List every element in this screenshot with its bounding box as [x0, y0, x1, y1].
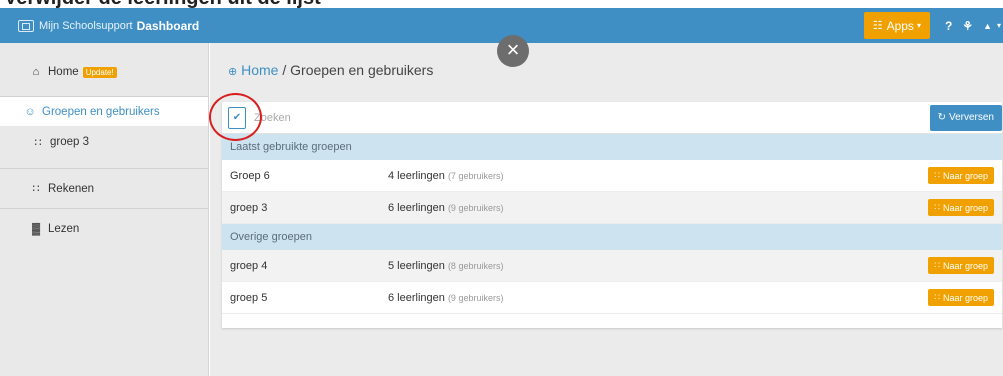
caret-down-icon: ▾ [916, 21, 921, 30]
button-label: Naar groep [942, 260, 988, 271]
section-header-other: Overige groepen [222, 224, 1002, 250]
grid-icon: ∷ [934, 170, 940, 180]
reading-icon: ▓ [31, 222, 41, 235]
users-count: (8 gebruikers) [447, 260, 504, 271]
users-count: (9 gebruikers) [447, 202, 504, 213]
breadcrumb-current: Groepen en gebruikers [290, 62, 434, 78]
close-overlay-button[interactable]: × [497, 35, 529, 67]
grid-icon: ∷ [34, 136, 42, 149]
grid-icon: ∷ [934, 260, 940, 270]
group-count: 5 leerlingen (8 gebruikers) [388, 260, 928, 272]
help-icon[interactable]: ? [945, 19, 952, 33]
naar-groep-button[interactable]: ∷ Naar groep [928, 199, 994, 216]
apps-label: Apps [886, 18, 914, 33]
search-input[interactable] [254, 111, 854, 124]
sidebar-item-rekenen[interactable]: ∷ Rekenen [0, 168, 208, 208]
top-navbar: Mijn Schoolsupport Dashboard ☷ Apps ▾ ? … [0, 8, 1003, 43]
main-content: ⊕ Home / Groepen en gebruikers ✔ ↻ Verve… [210, 43, 1003, 376]
groups-card: ✔ ↻ Verversen Laatst gebruikte groepen G… [222, 102, 1002, 328]
refresh-button[interactable]: ↻ Verversen [929, 104, 1002, 131]
group-count: 6 leerlingen (9 gebruikers) [388, 202, 928, 214]
group-count: 6 leerlingen (9 gebruikers) [388, 292, 928, 304]
user-caret-icon[interactable]: ▾ [997, 21, 1001, 30]
group-name: groep 3 [230, 201, 268, 214]
users-icon: ☺ [24, 105, 36, 118]
apps-button[interactable]: ☷ Apps ▾ [863, 12, 930, 39]
sidebar-item-groepen[interactable]: ☺ Groepen en gebruikers [0, 96, 208, 126]
table-row[interactable]: groep 5 6 leerlingen (9 gebruikers) ∷ Naa… [222, 282, 1002, 314]
naar-groep-button[interactable]: ∷ Naar groep [928, 167, 994, 184]
breadcrumb: ⊕ Home / Groepen en gebruikers [228, 62, 433, 78]
caption-strip: Verwijder de leerlingen uit de lijst [0, 0, 1003, 8]
group-name: groep 5 [230, 291, 268, 304]
students-count: 5 leerlingen [388, 259, 445, 272]
group-count: 4 leerlingen (7 gebruikers) [388, 170, 928, 182]
sidebar-item-lezen[interactable]: ▓ Lezen [0, 208, 208, 248]
grid-icon: ☷ [872, 20, 883, 32]
brand-logo-icon [18, 19, 34, 32]
annotation-highlight-circle [209, 93, 262, 141]
refresh-label: Verversen [948, 112, 994, 123]
brand-name: Mijn Schoolsupport [39, 19, 133, 32]
users-count: (9 gebruikers) [447, 292, 504, 303]
user-icon[interactable]: ▲ [983, 21, 992, 31]
home-icon: ⌂ [32, 66, 40, 78]
button-label: Naar groep [942, 202, 988, 213]
button-label: Naar groep [942, 170, 988, 181]
section-header-recent: Laatst gebruikte groepen [222, 134, 1002, 160]
students-count: 6 leerlingen [388, 291, 445, 304]
sidebar-item-label: Lezen [48, 222, 80, 235]
navbar-right: ☷ Apps ▾ ? ⚘ ▲ ▾ [863, 8, 1003, 43]
table-row[interactable]: groep 3 6 leerlingen (9 gebruikers) ∷ Naa… [222, 192, 1002, 224]
table-row[interactable]: Groep 6 4 leerlingen (7 gebruikers) ∷ Naa… [222, 160, 1002, 192]
breadcrumb-separator: / [282, 62, 287, 78]
group-name: Groep 6 [230, 169, 270, 182]
naar-groep-button[interactable]: ∷ Naar groep [928, 289, 994, 306]
table-row[interactable]: groep 4 5 leerlingen (8 gebruikers) ∷ Naa… [222, 250, 1002, 282]
group-name: groep 4 [230, 259, 268, 272]
home-circle-icon: ⊕ [228, 66, 238, 78]
breadcrumb-home-link[interactable]: Home [241, 62, 278, 78]
students-count: 4 leerlingen [388, 169, 445, 182]
search-row: ✔ ↻ Verversen [222, 102, 1002, 134]
refresh-icon: ↻ [937, 112, 946, 123]
button-label: Naar groep [942, 292, 988, 303]
calculator-icon: ∷ [32, 183, 40, 195]
naar-groep-button[interactable]: ∷ Naar groep [928, 257, 994, 274]
grid-icon: ∷ [934, 292, 940, 302]
caption-text: Verwijder de leerlingen uit de lijst [4, 0, 321, 8]
brand[interactable]: Mijn Schoolsupport Dashboard [0, 19, 199, 33]
sidebar-item-home[interactable]: ⌂ Home Update! [0, 56, 208, 88]
sidebar-item-label: Home [48, 66, 79, 78]
update-badge: Update! [82, 66, 117, 78]
brand-dashboard: Dashboard [136, 18, 200, 33]
users-count: (7 gebruikers) [447, 170, 504, 181]
sidebar-item-label: Groepen en gebruikers [42, 105, 160, 118]
students-count: 6 leerlingen [388, 201, 445, 214]
settings-icon[interactable]: ⚘ [962, 19, 973, 33]
sidebar-item-label: Rekenen [48, 182, 95, 195]
grid-icon: ∷ [934, 202, 940, 212]
sidebar-item-groep-3[interactable]: ∷ groep 3 [0, 126, 208, 158]
sidebar: ⌂ Home Update! ☺ Groepen en gebruikers ∷… [0, 43, 209, 376]
sidebar-item-label: groep 3 [50, 136, 90, 148]
